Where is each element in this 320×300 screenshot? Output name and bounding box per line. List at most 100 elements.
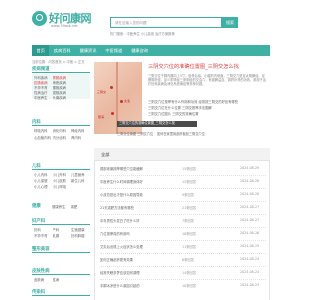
acupoint-label: 太溪 bbox=[124, 99, 131, 103]
sidebar-link[interactable]: 小儿呼吸 bbox=[53, 184, 70, 189]
sidebar-divider bbox=[32, 273, 90, 275]
sidebar-link[interactable]: 小儿内科 bbox=[34, 172, 51, 177]
list-item-title[interactable]: 经常失眠多梦应该如何调理 bbox=[100, 270, 140, 275]
breadcrumb: 当前位置：问答首页 > 中医 > 正文 bbox=[32, 60, 85, 64]
sidebar-row: 妇科 产科 生殖健康 bbox=[34, 227, 88, 232]
sidebar-link[interactable]: 中医养生 bbox=[34, 95, 51, 100]
image-caption-right[interactable]: 如何在家里用刮痧板刮三阴交穴位 bbox=[157, 131, 205, 136]
article-title[interactable]: 三阴交穴位的准确位置图_三阴交怎么找 bbox=[148, 63, 239, 70]
sidebar-link[interactable]: 不孕不育 bbox=[34, 233, 51, 238]
site-logo[interactable]: 好问康网 www.39ask.net bbox=[32, 10, 92, 30]
list-item[interactable]: 中年男性头发白了吃什么好 7条回答 2024-08-27 bbox=[100, 218, 266, 225]
hot-search-words[interactable]: 热门搜索：中医养生 小儿高烧 治疗方案推荐 bbox=[110, 31, 175, 36]
sidebar-link[interactable]: 消化内科 bbox=[53, 128, 70, 133]
acupoint-marker bbox=[120, 100, 123, 103]
article-related-link[interactable]: 三阴交穴位按摩有什么作用和功效 经常按三阴交的好处有哪些 bbox=[148, 99, 238, 104]
list-divider bbox=[100, 188, 266, 189]
sidebar-link[interactable]: 儿童营养 bbox=[71, 172, 88, 177]
nav-item-consult[interactable]: 健康咨询 bbox=[127, 45, 153, 56]
sidebar-link[interactable]: 生殖健康 bbox=[71, 227, 88, 232]
sidebar-link[interactable]: 小儿皮肤 bbox=[53, 178, 70, 183]
sidebar-link[interactable]: 性病 bbox=[53, 277, 70, 282]
sidebar-link[interactable]: 乳腺 bbox=[53, 233, 70, 238]
acupoint-marker bbox=[110, 86, 113, 89]
sidebar-link[interactable]: 新生儿科 bbox=[71, 178, 88, 183]
sidebar-link[interactable]: 呼吸内科 bbox=[34, 128, 51, 133]
list-divider bbox=[100, 227, 266, 228]
sidebar-row: 中医养生 头痛疾病 bbox=[34, 95, 69, 100]
sidebar-link[interactable]: 皮肤病 bbox=[34, 277, 51, 282]
article-related-link[interactable]: 三阴交穴位在什么位置 三阴交按摩手法图解 bbox=[148, 105, 212, 110]
list-item-date: 2024-08-26 bbox=[240, 231, 260, 235]
image-caption-bar[interactable]: 三阴交穴位的准确位置图_三阴交怎么找 bbox=[117, 121, 197, 127]
list-item-title[interactable]: 手脚冰凉是什么原因引起的 bbox=[100, 283, 140, 288]
nav-item-tcm[interactable]: 中医频道 bbox=[101, 45, 127, 56]
sidebar-link[interactable]: 内分泌科 bbox=[53, 135, 70, 140]
list-item-count: 18条回答 bbox=[182, 232, 197, 236]
sidebar-divider bbox=[32, 124, 90, 126]
list-item[interactable]: 手脚冰凉是什么原因引起的 10条回答 2024-08-23 bbox=[100, 283, 266, 290]
sidebar-divider bbox=[32, 71, 90, 73]
search-input[interactable]: 请在这输入您的问题 bbox=[110, 17, 222, 28]
nav-item-home[interactable]: 首页 bbox=[32, 45, 50, 56]
sidebar-row: 小儿心理 小儿呼吸 bbox=[34, 184, 69, 189]
sidebar-link[interactable]: 产科 bbox=[53, 227, 70, 232]
sidebar-link[interactable]: 肾内科 bbox=[71, 135, 88, 140]
search-button[interactable]: 搜索 bbox=[222, 17, 238, 28]
list-item-count: 15条回答 bbox=[182, 167, 197, 171]
sidebar-link[interactable]: 妇科 bbox=[34, 227, 51, 232]
list-item-title[interactable]: 颈部疼痛按摩哪些穴位能缓解 bbox=[100, 166, 143, 171]
list-item-title[interactable]: 艾灸后出现上火症状怎么处理 bbox=[100, 244, 143, 249]
list-item-title[interactable]: 小孩总是出汗是什么原因导致 bbox=[100, 192, 143, 197]
sidebar-link[interactable]: 小儿外科 bbox=[53, 172, 70, 177]
acupoint-label: 照海 bbox=[98, 115, 105, 119]
sidebar-row: 小儿内科 小儿外科 儿童营养 bbox=[34, 172, 88, 177]
sidebar-link[interactable]: 头痛疾病 bbox=[53, 95, 70, 100]
sidebar-row: 不孕不育 乳腺 妇科肿瘤 bbox=[34, 233, 88, 238]
list-item-title[interactable]: 中年男性头发白了吃什么好 bbox=[100, 218, 140, 223]
nav-item-news[interactable]: 健康资讯 bbox=[75, 45, 101, 56]
list-divider bbox=[100, 279, 266, 280]
question-list-header: 全部 bbox=[94, 148, 270, 161]
sidebar-link[interactable]: 小儿保健 bbox=[34, 178, 51, 183]
image-caption-secondary[interactable]: 三阴交位置图 三阴交穴位 bbox=[117, 131, 153, 136]
sidebar-link[interactable]: 减肥 bbox=[71, 204, 88, 209]
sidebar-row: 小儿保健 小儿皮肤 新生儿科 bbox=[34, 178, 88, 183]
list-item-title[interactable]: 中医养生什么时间调理身体好 bbox=[100, 179, 143, 184]
article-related-link[interactable]: 三阴交穴位图片 三阴交的准确位置 bbox=[148, 111, 199, 116]
list-item[interactable]: 艾灸后出现上火症状怎么处理 11条回答 2024-08-25 bbox=[100, 244, 266, 251]
list-item-date: 2024-08-27 bbox=[240, 205, 260, 209]
list-item[interactable]: 21天减肥方法都有哪些 21条回答 2024-08-27 bbox=[100, 205, 266, 212]
list-item-date: 2024-08-27 bbox=[240, 218, 260, 222]
sidebar-link[interactable]: 健康养生 bbox=[52, 204, 69, 209]
list-item[interactable]: 中医养生什么时间调理身体好 12条回答 2024-08-28 bbox=[100, 179, 266, 186]
list-divider bbox=[100, 175, 266, 176]
nav-item-disease[interactable]: 疾病百科 bbox=[49, 45, 75, 56]
sidebar-row: 健康养生 减肥 bbox=[52, 204, 87, 209]
question-list-heading[interactable]: 全部 bbox=[101, 152, 109, 158]
list-item-date: 2024-08-25 bbox=[240, 244, 260, 248]
list-item[interactable]: 穴位按摩真的有用吗 18条回答 2024-08-26 bbox=[100, 231, 266, 238]
sidebar-link[interactable]: 妇科肿瘤 bbox=[71, 233, 88, 238]
list-item-date: 2024-08-28 bbox=[240, 192, 260, 196]
list-item[interactable]: 颈部疼痛按摩哪些穴位能缓解 15条回答 2024-08-29 bbox=[100, 166, 266, 173]
list-item-title[interactable]: 21天减肥方法都有哪些 bbox=[100, 205, 134, 210]
list-item[interactable]: 小孩总是出汗是什么原因导致 9条回答 2024-08-28 bbox=[100, 192, 266, 199]
list-divider bbox=[100, 214, 266, 215]
page: 好问康网 www.39ask.net 请在这输入您的问题 搜索 热门搜索：中医养… bbox=[0, 0, 300, 300]
list-item-count: 11条回答 bbox=[182, 245, 197, 249]
list-item-title[interactable]: 穴位按摩真的有用吗 bbox=[100, 231, 130, 236]
acupoint-marker bbox=[111, 112, 114, 115]
sidebar-link[interactable]: 神经内科 bbox=[71, 128, 88, 133]
list-item-date: 2024-08-24 bbox=[240, 257, 260, 261]
sidebar-link[interactable]: 心血管内科 bbox=[34, 135, 51, 140]
sidebar-title-health: 健康 bbox=[32, 204, 41, 209]
acupoint-label: 三阴交 bbox=[97, 90, 107, 94]
list-item-date: 2024-08-29 bbox=[240, 166, 260, 170]
sidebar-row: 呼吸内科 消化内科 神经内科 bbox=[34, 128, 88, 133]
list-item-count: 12条回答 bbox=[182, 180, 197, 184]
list-item[interactable]: 如何正确刮痧更有效果 6条回答 2024-08-24 bbox=[100, 257, 266, 264]
sidebar-link[interactable]: 小儿心理 bbox=[34, 184, 51, 189]
list-item-title[interactable]: 如何正确刮痧更有效果 bbox=[100, 257, 133, 262]
list-item[interactable]: 经常失眠多梦应该如何调理 14条回答 2024-08-24 bbox=[100, 270, 266, 277]
